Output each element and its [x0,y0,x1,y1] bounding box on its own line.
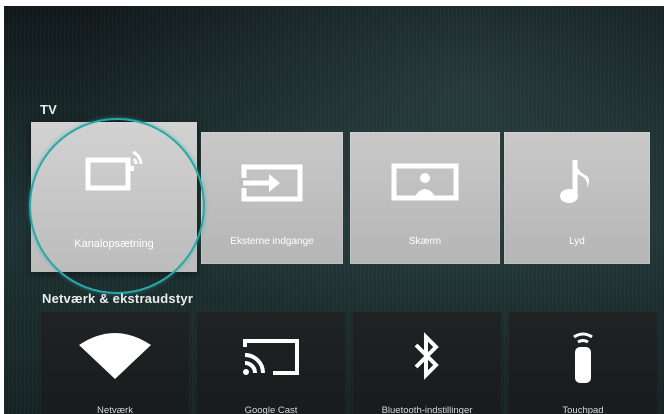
cast-icon [196,335,346,379]
section-title-tv: TV [40,102,58,117]
tile-touchpad[interactable]: Touchpad [508,311,658,414]
tile-sound[interactable]: Lyd [504,132,650,264]
tile-label: Eksterne indgange [230,236,314,247]
tile-label: Google Cast [244,405,298,414]
tile-display[interactable]: Skærm [350,132,500,264]
tile-channel-setup[interactable]: Kanalopsætning [31,122,197,272]
display-icon [350,162,500,204]
external-input-icon [201,162,343,204]
remote-control-icon [508,329,658,385]
tv-settings-screen: TV Kanalopsætning Eksterne indgange Skær… [4,6,664,414]
tile-label: Netværk [97,405,133,414]
tile-google-cast[interactable]: Google Cast [196,311,346,414]
tile-label: Skærm [408,236,442,247]
tile-bluetooth-settings[interactable]: Bluetooth-indstillinger [352,311,502,414]
tile-external-inputs[interactable]: Eksterne indgange [201,132,343,264]
tile-label: Kanalopsætning [74,238,154,250]
tile-label: Bluetooth-indstillinger [381,405,473,414]
wifi-icon [40,331,190,381]
tile-label: Lyd [569,236,585,247]
bluetooth-icon [352,331,502,381]
tile-label: Touchpad [562,405,604,414]
tile-network[interactable]: Netværk [40,311,190,414]
section-title-network: Netværk & ekstraudstyr [42,291,194,306]
channel-setup-icon [31,146,197,196]
music-note-icon [504,156,650,208]
